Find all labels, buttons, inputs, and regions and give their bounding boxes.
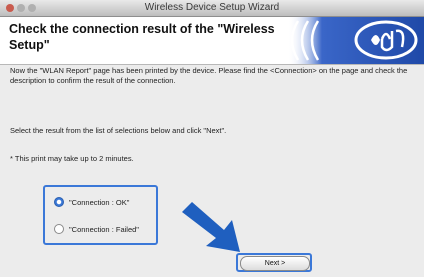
wizard-content: Now the "WLAN Report" page has been prin… — [0, 65, 424, 277]
page-title: Check the connection result of the "Wire… — [9, 22, 275, 52]
arrow-icon — [182, 202, 240, 252]
instruction-text: Now the "WLAN Report" page has been prin… — [10, 66, 408, 85]
options-highlight — [43, 185, 158, 245]
option-failed-label: "Connection : Failed" — [69, 224, 139, 234]
option-ok-label: "Connection : OK" — [69, 197, 130, 207]
select-prompt-text: Select the result from the list of selec… — [10, 126, 227, 135]
title-bar: Wireless Device Setup Wizard — [0, 0, 424, 17]
next-button[interactable]: Next > — [240, 256, 310, 271]
option-connection-ok[interactable]: "Connection : OK" — [54, 196, 129, 208]
wireless-logo-icon — [288, 17, 424, 64]
option-connection-failed[interactable]: "Connection : Failed" — [54, 223, 139, 235]
radio-failed[interactable] — [54, 224, 64, 234]
window-title: Wireless Device Setup Wizard — [144, 2, 280, 13]
wizard-window: Wireless Device Setup Wizard Check the c… — [0, 0, 424, 277]
print-note-text: * This print may take up to 2 minutes. — [10, 154, 134, 163]
radio-ok[interactable] — [54, 197, 64, 207]
wizard-header: Check the connection result of the "Wire… — [0, 17, 424, 65]
